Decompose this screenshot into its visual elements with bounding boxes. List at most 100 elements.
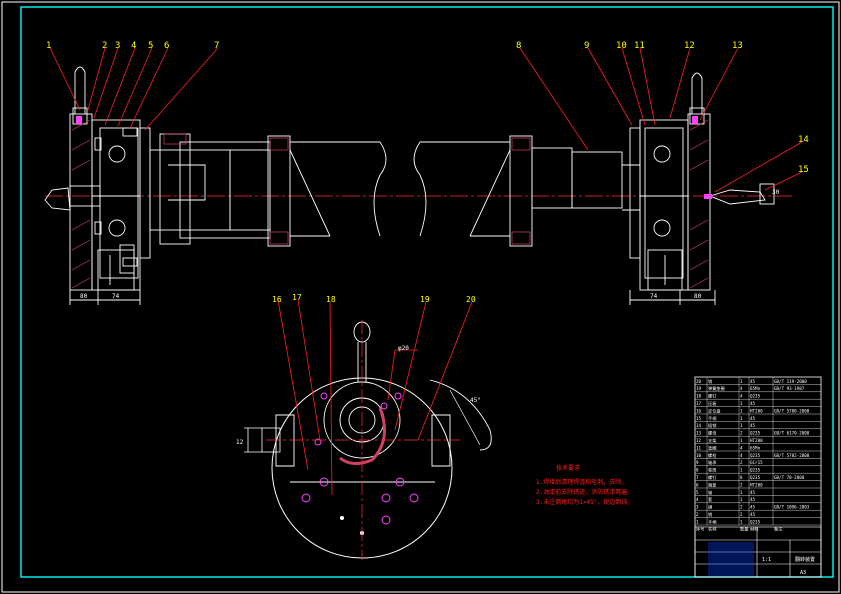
callout-label: 4 bbox=[131, 41, 136, 51]
table-cell: 1 bbox=[740, 497, 743, 502]
table-cell: 螺钉 bbox=[708, 393, 717, 400]
hole bbox=[409, 493, 419, 503]
table-cell: 键 bbox=[708, 504, 713, 511]
table-cell: 螺栓 bbox=[708, 452, 717, 459]
table-cell: 15 bbox=[696, 416, 702, 421]
top-dims: 80 74 74 80 30 bbox=[80, 189, 780, 300]
dim-right-b: 80 bbox=[694, 293, 702, 300]
table-cell: 销 bbox=[708, 378, 712, 385]
notes-line: 3.未注倒角均为1×45°，锐边倒钝。 bbox=[536, 498, 633, 506]
parts-table: 20 销 1 45 GB/T 119-200019 弹簧垫圈 4 65Mn GB/T 93-19… bbox=[694, 376, 822, 578]
table-header-cell: 名称 bbox=[708, 526, 716, 533]
table-cell: HT200 bbox=[750, 438, 763, 443]
callout-label: 7 bbox=[214, 41, 219, 51]
table-cell: 45 bbox=[750, 512, 756, 517]
hole bbox=[380, 402, 388, 410]
notes-line: 2.油漆前去除锈迹，涂防锈漆两遍。 bbox=[536, 488, 633, 496]
table-cell: 1 bbox=[696, 519, 699, 524]
table-cell: GCr15 bbox=[750, 460, 763, 465]
table-cell: 6 bbox=[696, 482, 699, 487]
table-cell: 8 bbox=[696, 468, 699, 473]
table-cell: 45 bbox=[750, 497, 756, 502]
table-cell: 45 bbox=[750, 490, 756, 495]
table-header-cell: 材料 bbox=[750, 526, 759, 533]
cad-drawing-canvas: 1 2 3 4 5 6 7 8 9 10 11 12 13 14 15 80 7… bbox=[1, 1, 840, 593]
table-cell: 16 bbox=[696, 408, 702, 413]
table-cell: 支架 bbox=[708, 437, 716, 444]
hole bbox=[301, 493, 311, 503]
table-cell: GB/T 119-2000 bbox=[774, 379, 807, 384]
table-cell: 7 bbox=[696, 475, 699, 480]
parts-table-rows: 20 销 1 45 GB/T 119-200019 弹簧垫圈 4 65Mn GB/T 93-19… bbox=[695, 377, 821, 533]
table-header-cell: 序号 bbox=[696, 526, 704, 533]
table-cell: 1 bbox=[740, 416, 743, 421]
dim-side: 30 bbox=[772, 189, 780, 196]
table-cell: GB/T 6170-2000 bbox=[774, 431, 810, 436]
table-cell: 2 bbox=[740, 460, 743, 465]
hole bbox=[320, 392, 328, 400]
table-cell: GB/T 5782-2000 bbox=[774, 453, 810, 458]
dim-left-b: 74 bbox=[112, 293, 120, 300]
table-cell: 销 bbox=[708, 511, 712, 518]
table-cell: 11 bbox=[696, 445, 702, 450]
table-cell: 45 bbox=[750, 379, 756, 384]
notes-title: 技术要求 bbox=[556, 464, 580, 472]
callout-label: 14 bbox=[798, 135, 809, 145]
left-hatch bbox=[71, 119, 91, 289]
callout-label: 9 bbox=[584, 41, 589, 51]
left-end-assembly bbox=[44, 66, 151, 305]
technical-notes: 技术要求 1.焊接后清理焊渣和毛刺，去除。 2.油漆前去除锈迹，涂防锈漆两遍。 … bbox=[536, 464, 633, 506]
table-cell: 3 bbox=[696, 505, 699, 510]
table-cell: 1 bbox=[740, 468, 743, 473]
table-cell: 螺母 bbox=[708, 430, 716, 437]
table-cell: GB/T 1096-2003 bbox=[774, 505, 810, 510]
table-cell: 4 bbox=[740, 386, 743, 391]
table-cell: 1 bbox=[740, 401, 743, 406]
table-cell: 12 bbox=[696, 438, 702, 443]
dim-angle: 45° bbox=[470, 397, 481, 404]
table-cell: 轴承 bbox=[708, 459, 717, 466]
table-cell: 4 bbox=[740, 445, 743, 450]
table-cell: Q235 bbox=[750, 431, 761, 436]
dim-spring: 12 bbox=[236, 439, 244, 446]
table-cell: GB/T 5780-2000 bbox=[774, 408, 810, 413]
table-cell: 45 bbox=[750, 423, 756, 428]
table-cell: 45 bbox=[750, 416, 756, 421]
table-cell: Q235 bbox=[750, 453, 761, 458]
table-cell: HT200 bbox=[750, 408, 763, 413]
dim-hole-ref: φ20 bbox=[398, 345, 409, 352]
title-block-name: 翻转装置 bbox=[795, 556, 815, 563]
table-cell: 1 bbox=[740, 438, 743, 443]
callout-label: 12 bbox=[684, 41, 695, 51]
dim-right-a: 74 bbox=[650, 293, 658, 300]
table-cell: 垫圈 bbox=[708, 444, 716, 451]
bottom-callout-labels: 16 17 18 19 20 bbox=[272, 293, 476, 304]
hole bbox=[340, 516, 344, 520]
callout-label: 11 bbox=[634, 41, 645, 51]
table-cell: 手柄 bbox=[708, 518, 716, 525]
pin-magenta-mark bbox=[704, 194, 712, 199]
callout-label: 1 bbox=[46, 41, 51, 51]
table-cell: 定位盘 bbox=[708, 407, 721, 414]
callout-label: 8 bbox=[516, 41, 521, 51]
title-block-sheet: A3 bbox=[800, 570, 806, 576]
table-cell: 65Mn bbox=[750, 445, 761, 450]
table-cell: 65Mn bbox=[750, 386, 761, 391]
table-cell: 1 bbox=[740, 519, 743, 524]
table-cell: 17 bbox=[696, 401, 702, 406]
table-cell: 2 bbox=[740, 431, 743, 436]
table-cell: 卷筒 bbox=[708, 467, 716, 474]
table-header-cell: 数量 bbox=[740, 526, 748, 533]
table-cell: 1 bbox=[740, 423, 743, 428]
callout-label: 5 bbox=[148, 41, 153, 51]
plate-section-view: 16 17 18 19 20 12 45° φ20 bbox=[236, 293, 492, 560]
callout-label: 3 bbox=[115, 41, 120, 51]
left-magenta-mark bbox=[76, 116, 82, 124]
table-cell: 14 bbox=[696, 423, 702, 428]
table-cell: 套 bbox=[708, 496, 713, 503]
table-cell: HT200 bbox=[750, 482, 763, 487]
table-cell: 5 bbox=[696, 490, 699, 495]
callout-label: 6 bbox=[164, 41, 169, 51]
drum-flange-hatch bbox=[163, 133, 531, 245]
drum-body bbox=[149, 133, 640, 247]
